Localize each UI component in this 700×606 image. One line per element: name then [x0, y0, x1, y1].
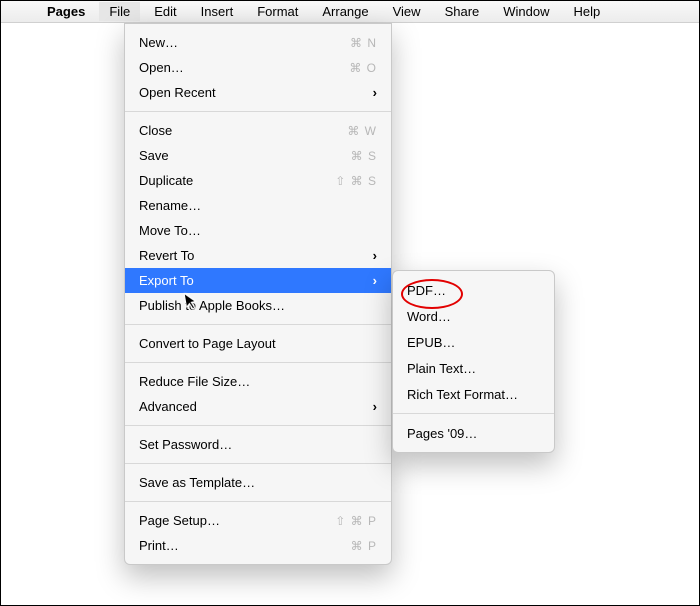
- menubar: Pages File Edit Insert Format Arrange Vi…: [1, 1, 699, 23]
- menu-item-label: Open…: [139, 60, 339, 75]
- menu-item-label: Close: [139, 123, 337, 138]
- menu-item-label: Rich Text Format…: [407, 387, 540, 402]
- keyboard-shortcut: ⌘ O: [349, 61, 377, 75]
- menu-edit[interactable]: Edit: [144, 2, 186, 21]
- keyboard-shortcut: ⌘ W: [347, 124, 377, 138]
- menu-item-label: Pages '09…: [407, 426, 540, 441]
- menu-item-label: New…: [139, 35, 340, 50]
- file-menu-item-reduce-file-size[interactable]: Reduce File Size…: [125, 369, 391, 394]
- separator: [125, 501, 391, 502]
- menu-item-label: Move To…: [139, 223, 377, 238]
- export-submenu-item-word[interactable]: Word…: [393, 303, 554, 329]
- separator: [125, 324, 391, 325]
- file-menu-item-close[interactable]: Close ⌘ W: [125, 118, 391, 143]
- menu-item-label: EPUB…: [407, 335, 540, 350]
- export-submenu-item-plain-text[interactable]: Plain Text…: [393, 355, 554, 381]
- menu-item-label: Advanced: [139, 399, 373, 414]
- chevron-right-icon: ›: [373, 273, 377, 288]
- chevron-right-icon: ›: [373, 399, 377, 414]
- app-name[interactable]: Pages: [37, 2, 95, 21]
- menu-item-label: Reduce File Size…: [139, 374, 377, 389]
- menu-item-label: Save: [139, 148, 341, 163]
- menu-file[interactable]: File: [99, 2, 140, 21]
- menu-format[interactable]: Format: [247, 2, 308, 21]
- file-dropdown: New…⌘ NOpen…⌘ OOpen Recent›Close⌘ WSave⌘…: [124, 23, 392, 565]
- export-to-submenu: PDF… Word… EPUB… Plain Text… Rich Text Forma…: [392, 270, 555, 453]
- file-menu-item-save-as-template[interactable]: Save as Template…: [125, 470, 391, 495]
- separator: [125, 425, 391, 426]
- chevron-right-icon: ›: [373, 85, 377, 100]
- menu-share[interactable]: Share: [435, 2, 490, 21]
- file-menu-item-convert-to-page-layout[interactable]: Convert to Page Layout: [125, 331, 391, 356]
- file-menu-item-print[interactable]: Print… ⌘ P: [125, 533, 391, 558]
- file-menu-item-open[interactable]: Open… ⌘ O: [125, 55, 391, 80]
- menu-insert[interactable]: Insert: [191, 2, 244, 21]
- separator: [125, 463, 391, 464]
- keyboard-shortcut: ⌘ S: [351, 149, 377, 163]
- keyboard-shortcut: ⇧ ⌘ S: [335, 174, 377, 188]
- file-menu-item-export-to[interactable]: Export To›: [125, 268, 391, 293]
- menu-arrange[interactable]: Arrange: [312, 2, 378, 21]
- menu-item-label: PDF…: [407, 283, 540, 298]
- file-menu-item-publish-to-apple-books[interactable]: Publish to Apple Books…: [125, 293, 391, 318]
- export-submenu-item-rich-text-format[interactable]: Rich Text Format…: [393, 381, 554, 407]
- menu-item-label: Rename…: [139, 198, 377, 213]
- menu-item-label: Word…: [407, 309, 540, 324]
- file-menu-item-new[interactable]: New… ⌘ N: [125, 30, 391, 55]
- file-menu-item-save[interactable]: Save ⌘ S: [125, 143, 391, 168]
- chevron-right-icon: ›: [373, 248, 377, 263]
- separator: [125, 111, 391, 112]
- menu-item-label: Convert to Page Layout: [139, 336, 377, 351]
- keyboard-shortcut: ⌘ N: [350, 36, 377, 50]
- export-submenu-item-pdf[interactable]: PDF…: [393, 277, 554, 303]
- keyboard-shortcut: ⌘ P: [351, 539, 377, 553]
- menu-window[interactable]: Window: [493, 2, 559, 21]
- menu-item-label: Print…: [139, 538, 341, 553]
- file-menu-item-set-password[interactable]: Set Password…: [125, 432, 391, 457]
- menu-view[interactable]: View: [383, 2, 431, 21]
- export-submenu-item-epub[interactable]: EPUB…: [393, 329, 554, 355]
- file-menu-item-move-to[interactable]: Move To…: [125, 218, 391, 243]
- file-menu-item-open-recent[interactable]: Open Recent›: [125, 80, 391, 105]
- separator: [393, 413, 554, 414]
- menu-item-label: Duplicate: [139, 173, 325, 188]
- keyboard-shortcut: ⇧ ⌘ P: [335, 514, 377, 528]
- file-menu-item-revert-to[interactable]: Revert To›: [125, 243, 391, 268]
- menu-item-label: Set Password…: [139, 437, 377, 452]
- separator: [125, 362, 391, 363]
- menu-item-label: Open Recent: [139, 85, 373, 100]
- export-submenu-item-pages-09[interactable]: Pages '09…: [393, 420, 554, 446]
- menu-item-label: Page Setup…: [139, 513, 325, 528]
- menu-item-label: Save as Template…: [139, 475, 377, 490]
- menu-item-label: Plain Text…: [407, 361, 540, 376]
- file-menu-item-duplicate[interactable]: Duplicate ⇧ ⌘ S: [125, 168, 391, 193]
- file-menu-item-advanced[interactable]: Advanced›: [125, 394, 391, 419]
- file-menu-item-rename[interactable]: Rename…: [125, 193, 391, 218]
- menu-help[interactable]: Help: [564, 2, 611, 21]
- file-menu-item-page-setup[interactable]: Page Setup… ⇧ ⌘ P: [125, 508, 391, 533]
- menu-item-label: Export To: [139, 273, 373, 288]
- menu-item-label: Publish to Apple Books…: [139, 298, 377, 313]
- menu-item-label: Revert To: [139, 248, 373, 263]
